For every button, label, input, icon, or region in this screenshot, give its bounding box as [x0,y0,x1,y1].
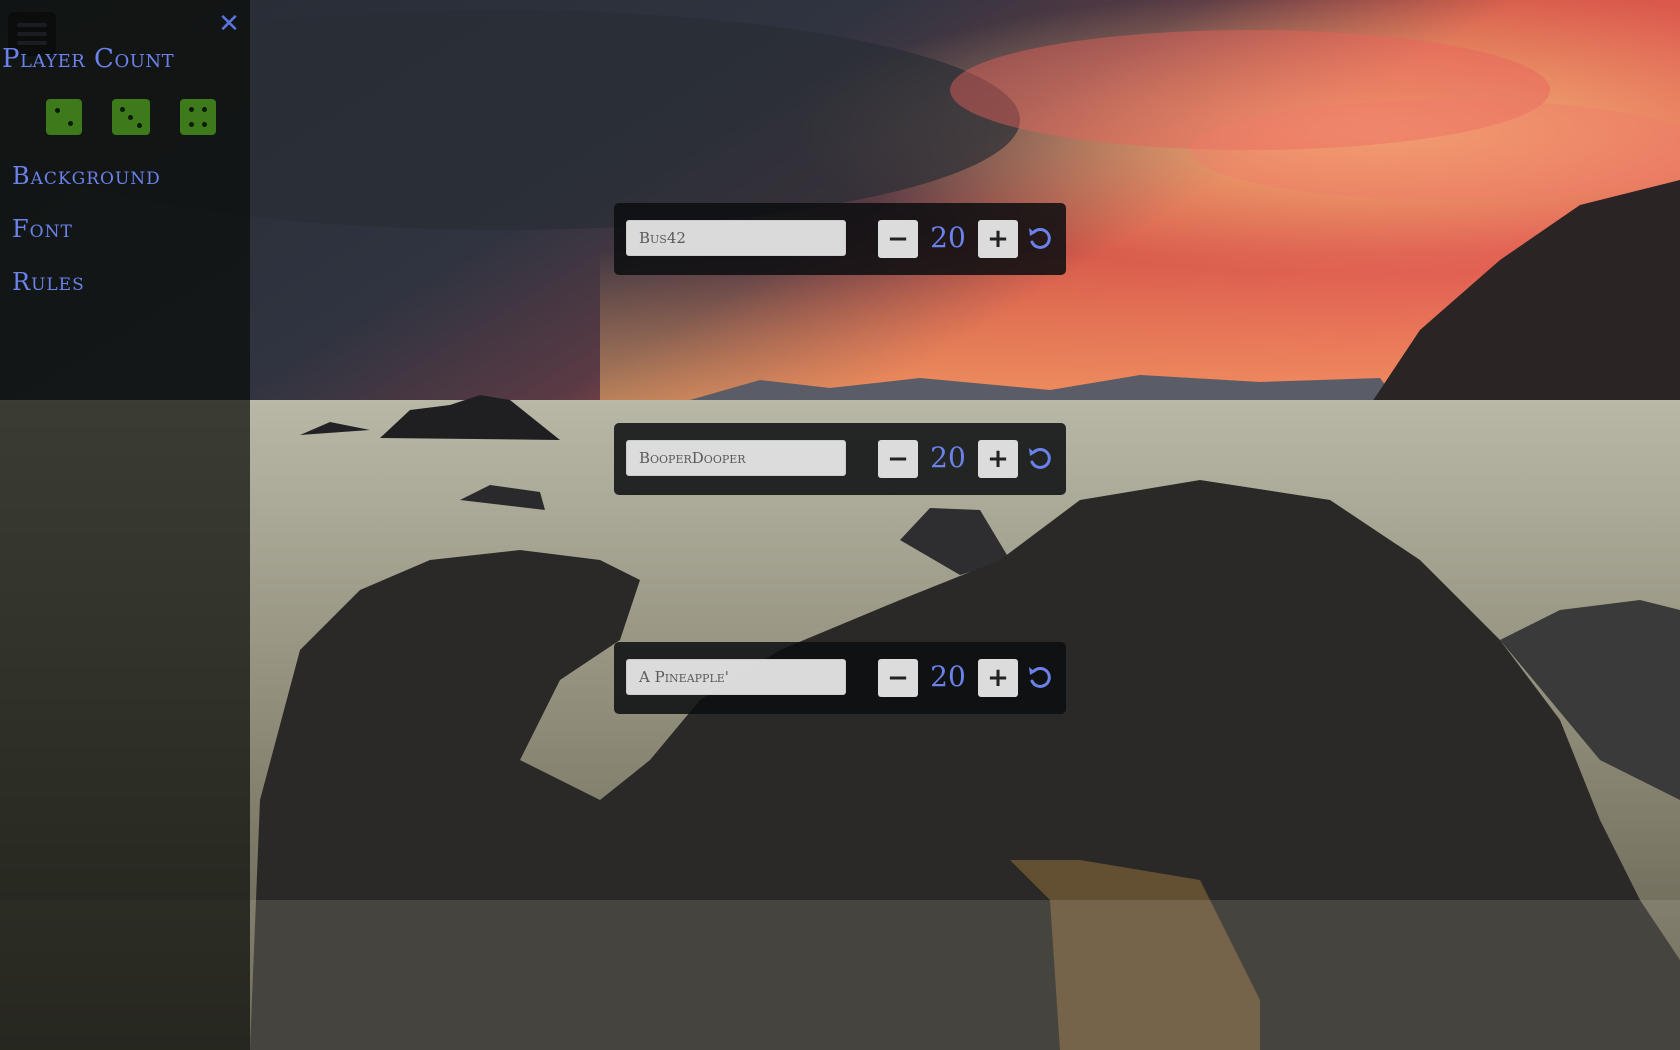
score-value: 20 [930,441,966,474]
dice-row [46,99,216,135]
reset-icon[interactable] [1026,661,1054,693]
die-two-icon[interactable] [46,99,82,135]
decrement-button[interactable]: − [878,440,918,478]
reset-icon[interactable] [1026,222,1054,254]
close-icon[interactable]: ✕ [215,8,243,40]
die-three-icon[interactable] [112,99,150,135]
reset-icon[interactable] [1026,442,1054,474]
die-four-icon[interactable] [180,99,216,135]
player-panel: − 20 + [614,203,1066,275]
decrement-button[interactable]: − [878,220,918,258]
player-name-input[interactable] [626,440,846,476]
increment-button[interactable]: + [978,220,1018,258]
menu-item-font[interactable]: Font [12,215,73,243]
menu-item-background[interactable]: Background [12,162,161,190]
sidebar: ✕ Player Count Background Font Rules [0,0,250,1050]
player-panel: − 20 + [614,642,1066,714]
sidebar-title: Player Count [2,44,175,74]
score-value: 20 [930,221,966,254]
player-name-input[interactable] [626,659,846,695]
player-panel: − 20 + [614,423,1066,495]
decrement-button[interactable]: − [878,659,918,697]
increment-button[interactable]: + [978,440,1018,478]
background-image [0,0,1680,1050]
increment-button[interactable]: + [978,659,1018,697]
score-value: 20 [930,660,966,693]
player-name-input[interactable] [626,220,846,256]
menu-item-rules[interactable]: Rules [12,268,85,296]
